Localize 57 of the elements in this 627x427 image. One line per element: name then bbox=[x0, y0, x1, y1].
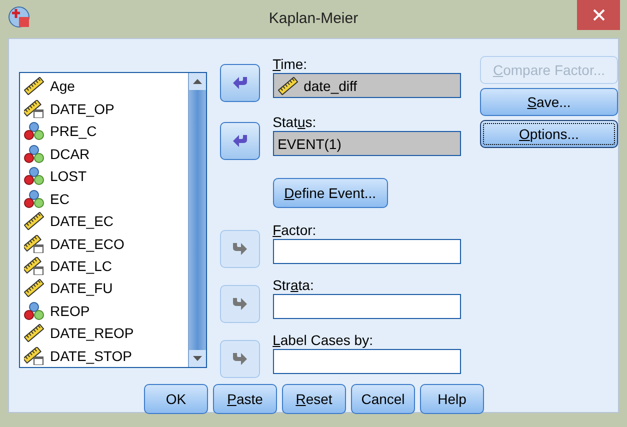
ruler-calendar-icon bbox=[24, 100, 44, 118]
field-label: Time: bbox=[272, 55, 308, 73]
field-label: Status: bbox=[272, 113, 318, 131]
three-balls-icon bbox=[24, 167, 44, 186]
variable-list[interactable]: Age DATE_OP PRE_C DCAR LOST EC DATE_EC DATE_ECO DATE_LC DATE_FU REOP DATE_REOP DATE_STOP bbox=[19, 72, 207, 368]
dialog-button[interactable]: Reset bbox=[282, 384, 346, 414]
scrollbar[interactable] bbox=[188, 73, 206, 367]
move-button[interactable] bbox=[220, 64, 260, 102]
variable-item[interactable]: DATE_REOP bbox=[50, 325, 134, 342]
field-label: Label Cases by: bbox=[272, 331, 374, 349]
variable-item[interactable]: REOP bbox=[50, 302, 90, 319]
window-title: Kaplan-Meier bbox=[268, 10, 360, 27]
three-balls-icon bbox=[24, 122, 44, 140]
right-arrow-icon bbox=[232, 352, 248, 366]
left-arrow-icon bbox=[232, 134, 248, 148]
dialog-button[interactable]: Save... bbox=[480, 88, 618, 116]
scroll-up-icon[interactable] bbox=[192, 79, 202, 84]
field-label: Factor: bbox=[272, 221, 318, 239]
ruler-calendar-icon bbox=[24, 234, 44, 253]
define-event-button[interactable]: Define Event... bbox=[272, 178, 388, 208]
variable-item[interactable]: DCAR bbox=[50, 146, 90, 162]
close-icon bbox=[592, 9, 604, 21]
right-arrow-icon bbox=[232, 297, 248, 311]
left-arrow-icon bbox=[232, 76, 248, 90]
input-field[interactable]: EVENT(1) bbox=[272, 131, 461, 156]
input-field[interactable] bbox=[272, 239, 461, 264]
variable-item[interactable]: DATE_ECO bbox=[50, 236, 124, 252]
close-button[interactable] bbox=[577, 0, 620, 30]
variable-item[interactable]: LOST bbox=[50, 168, 87, 184]
dialog-button[interactable]: OK bbox=[144, 384, 208, 414]
three-balls-icon bbox=[24, 302, 44, 320]
app-icon bbox=[8, 6, 30, 28]
dialog-button[interactable]: Paste bbox=[213, 384, 277, 414]
variable-item[interactable]: PRE_C bbox=[50, 123, 97, 140]
move-button[interactable] bbox=[220, 122, 260, 160]
dialog-button[interactable]: Cancel bbox=[351, 384, 415, 414]
three-balls-icon bbox=[24, 190, 44, 208]
variable-item[interactable]: DATE_EC bbox=[50, 213, 114, 230]
variable-item[interactable]: DATE_OP bbox=[50, 100, 114, 117]
field-value: EVENT(1) bbox=[278, 136, 342, 152]
field-label: Strata: bbox=[272, 276, 315, 294]
variable-item[interactable]: Age bbox=[50, 78, 75, 94]
field-value: date_diff bbox=[304, 78, 358, 94]
variable-item[interactable]: EC bbox=[50, 190, 70, 207]
scroll-down-icon[interactable] bbox=[192, 356, 202, 361]
variable-item[interactable]: DATE_LC bbox=[50, 258, 112, 274]
three-balls-icon bbox=[24, 144, 44, 163]
variable-item[interactable]: DATE_STOP bbox=[50, 348, 132, 364]
dialog-button[interactable]: Options... bbox=[480, 120, 618, 148]
input-field[interactable] bbox=[272, 349, 461, 374]
right-arrow-icon bbox=[232, 242, 248, 256]
ruler-calendar-icon bbox=[24, 346, 44, 365]
input-field[interactable]: date_diff bbox=[272, 73, 461, 98]
variable-item[interactable]: DATE_FU bbox=[50, 280, 113, 296]
dialog-button[interactable]: Help bbox=[420, 384, 484, 414]
input-field[interactable] bbox=[272, 294, 461, 319]
ruler-calendar-icon bbox=[24, 256, 44, 275]
